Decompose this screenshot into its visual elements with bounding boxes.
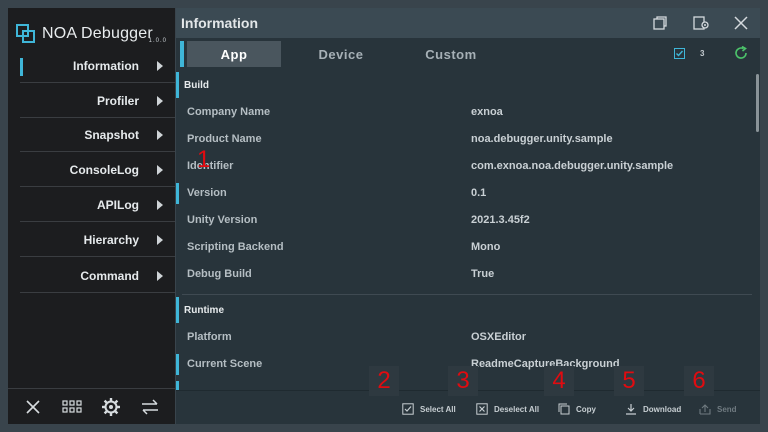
row-key: Debug Build — [187, 268, 252, 280]
section-title: Runtime — [184, 304, 224, 316]
section-divider — [182, 294, 752, 295]
close-icon[interactable] — [22, 396, 44, 418]
sidebar-item-label: Profiler — [96, 94, 139, 108]
copy-button[interactable]: Copy — [558, 403, 596, 415]
refresh-icon[interactable] — [734, 45, 748, 60]
copy-icon — [558, 403, 570, 415]
sidebar-item-label: Snapshot — [84, 128, 139, 142]
table-row[interactable]: Company Name exnoa — [176, 99, 748, 126]
scrollbar[interactable] — [756, 74, 759, 132]
app-logo: NOA Debugger 1.0.0 — [16, 16, 175, 52]
download-icon — [625, 403, 637, 415]
deselect-all-label: Deselect All — [494, 404, 540, 414]
checkbox-checked-icon[interactable] — [674, 48, 685, 59]
row-value: com.exnoa.noa.debugger.unity.sample — [471, 160, 674, 172]
gear-icon[interactable] — [100, 396, 122, 418]
checkbox-checked-icon — [402, 403, 414, 415]
chevron-right-icon — [157, 130, 163, 140]
tab-app[interactable]: App — [187, 41, 281, 67]
row-value: True — [471, 268, 495, 280]
tab-device[interactable]: Device — [291, 41, 391, 67]
annotation-4: 4 — [544, 366, 574, 396]
row-key: Company Name — [187, 106, 271, 118]
tab-bar: App Device Custom 3 — [176, 41, 760, 69]
checkbox-cross-icon — [476, 403, 488, 415]
sidebar-item-consolelog[interactable]: ConsoleLog — [20, 154, 175, 187]
settings-icon[interactable] — [691, 13, 711, 33]
grid-icon[interactable] — [61, 396, 83, 418]
section-title: Build — [184, 79, 209, 91]
main-panel: Information App Device Custom 3 Build Co… — [176, 8, 760, 424]
table-row[interactable]: Product Name noa.debugger.unity.sample — [176, 126, 748, 153]
chevron-right-icon — [157, 200, 163, 210]
page-title: Information — [181, 15, 258, 31]
sidebar-footer — [8, 388, 175, 424]
row-value: OSXEditor — [471, 331, 527, 343]
sidebar-item-command[interactable]: Command — [20, 260, 175, 293]
tab-custom[interactable]: Custom — [401, 41, 501, 67]
download-label: Download — [643, 404, 682, 414]
annotation-6: 6 — [684, 366, 714, 396]
chevron-right-icon — [157, 271, 163, 281]
row-value: 2021.3.45f2 — [471, 214, 530, 226]
sidebar-item-profiler[interactable]: Profiler — [20, 85, 175, 118]
chevron-right-icon — [157, 235, 163, 245]
chevron-right-icon — [157, 61, 163, 71]
info-content: Build Company Name exnoa Product Name no… — [176, 72, 752, 390]
table-row[interactable]: Debug Build True — [176, 261, 748, 288]
sidebar-item-label: Information — [73, 59, 139, 73]
section-header-runtime[interactable]: Runtime — [176, 297, 748, 323]
chevron-right-icon — [157, 96, 163, 106]
section-header-build[interactable]: Build — [176, 72, 748, 98]
download-button[interactable]: Download — [625, 403, 681, 415]
send-label: Send — [717, 404, 737, 414]
sidebar-item-information[interactable]: Information — [20, 50, 175, 83]
table-row[interactable]: Identifier com.exnoa.noa.debugger.unity.… — [176, 153, 748, 180]
selection-count: 3 — [700, 49, 705, 58]
select-all-label: Select All — [420, 404, 456, 414]
table-row[interactable]: Unity Version 2021.3.45f2 — [176, 207, 748, 234]
tab-indicator — [180, 41, 184, 67]
copy-label: Copy — [576, 404, 596, 414]
annotation-3: 3 — [448, 366, 478, 396]
row-value: 0.1 — [471, 187, 487, 199]
app-frame: NOA Debugger 1.0.0 Information Profiler … — [0, 0, 768, 432]
row-value: noa.debugger.unity.sample — [471, 133, 613, 145]
sidebar-item-label: Command — [80, 269, 139, 283]
row-key: Scripting Backend — [187, 241, 284, 253]
close-icon[interactable] — [731, 13, 751, 33]
swap-icon[interactable] — [139, 396, 161, 418]
row-value: Mono — [471, 241, 501, 253]
chevron-right-icon — [157, 165, 163, 175]
select-all-button[interactable]: Select All — [402, 403, 456, 415]
logo-icon — [16, 24, 36, 44]
annotation-5: 5 — [614, 366, 644, 396]
row-key: Platform — [187, 331, 232, 343]
table-row[interactable]: Platform OSXEditor — [176, 324, 748, 351]
annotation-1: 1 — [197, 146, 211, 173]
table-row[interactable]: Scripting Backend Mono — [176, 234, 748, 261]
sidebar-item-apilog[interactable]: APILog — [20, 189, 175, 222]
sidebar-item-label: Hierarchy — [83, 233, 139, 247]
table-row-selected[interactable]: Version 0.1 — [176, 180, 748, 207]
row-value: exnoa — [471, 106, 503, 118]
sidebar-item-label: APILog — [97, 198, 139, 212]
deselect-all-button[interactable]: Deselect All — [476, 403, 539, 415]
sidebar-item-label: ConsoleLog — [69, 163, 139, 177]
sidebar: NOA Debugger 1.0.0 Information Profiler … — [8, 8, 175, 424]
sidebar-item-snapshot[interactable]: Snapshot — [20, 119, 175, 152]
app-name: NOA Debugger — [42, 25, 153, 42]
window-icon[interactable] — [650, 13, 670, 33]
app-version: 1.0.0 — [148, 38, 167, 44]
row-key: Version — [187, 187, 227, 199]
annotation-2: 2 — [369, 366, 399, 396]
title-bar: Information — [176, 8, 760, 38]
sidebar-item-hierarchy[interactable]: Hierarchy — [20, 224, 175, 257]
send-button[interactable]: Send — [699, 403, 737, 415]
row-key: Product Name — [187, 133, 262, 145]
row-key: Current Scene — [187, 358, 263, 370]
upload-icon — [699, 403, 711, 415]
row-key: Unity Version — [187, 214, 258, 226]
